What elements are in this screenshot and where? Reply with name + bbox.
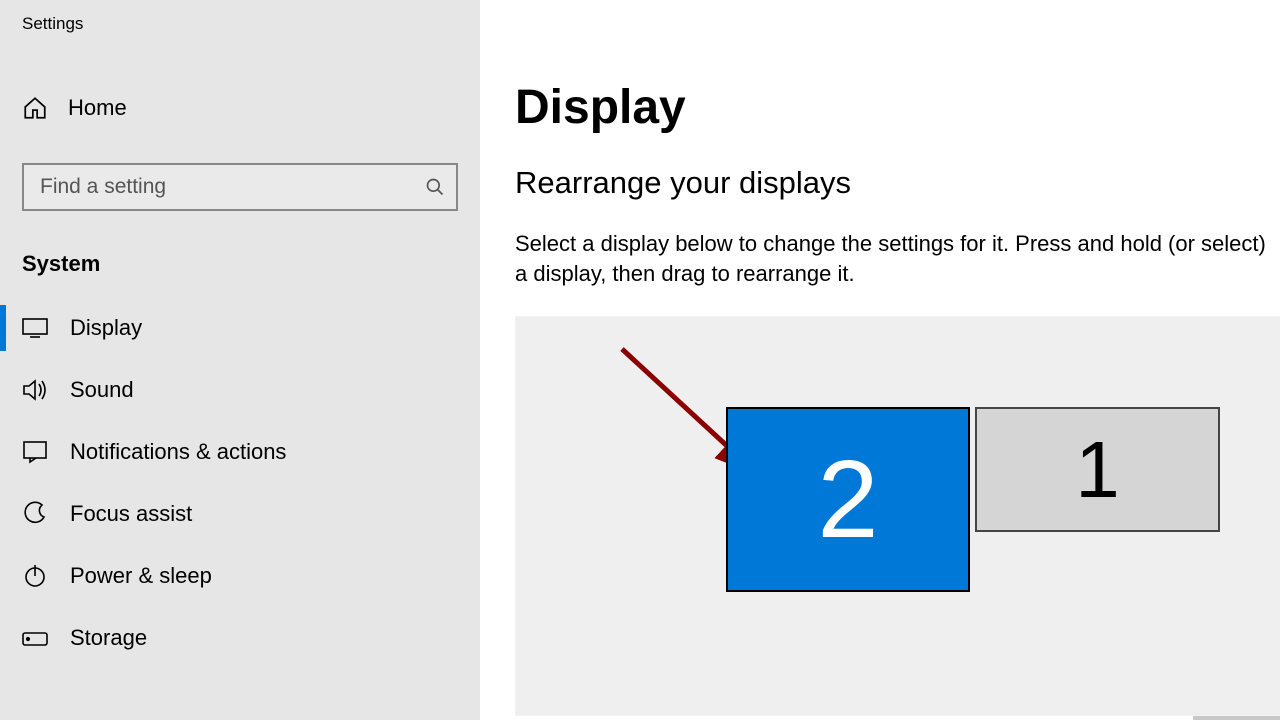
home-icon (22, 95, 48, 121)
sidebar-item-storage[interactable]: Storage (0, 607, 480, 669)
identify-button[interactable]: Identify (1193, 716, 1280, 720)
sidebar-item-sound[interactable]: Sound (0, 359, 480, 421)
sidebar-item-home[interactable]: Home (0, 77, 480, 139)
notifications-icon (22, 439, 48, 465)
display-arrangement-area[interactable]: 2 1 Identify (515, 316, 1280, 716)
focus-assist-icon (22, 501, 48, 527)
sidebar-item-label: Notifications & actions (70, 439, 286, 465)
sidebar-item-label: Power & sleep (70, 563, 212, 589)
power-icon (22, 563, 48, 589)
search-icon (422, 174, 448, 200)
sound-icon (22, 377, 48, 403)
sidebar-item-label: Storage (70, 625, 147, 651)
sidebar-item-label: Sound (70, 377, 134, 403)
page-description: Select a display below to change the set… (515, 229, 1280, 288)
page-subheading: Rearrange your displays (515, 165, 1280, 201)
monitor-tile-1[interactable]: 1 (975, 407, 1220, 532)
sidebar-section-title: System (0, 231, 480, 297)
sidebar-item-notifications[interactable]: Notifications & actions (0, 421, 480, 483)
sidebar-item-display[interactable]: Display (0, 297, 480, 359)
search-container (22, 163, 458, 211)
monitor-number: 2 (817, 436, 878, 563)
monitor-number: 1 (1075, 424, 1120, 516)
home-label: Home (68, 95, 127, 121)
display-icon (22, 315, 48, 341)
main-content: Display Rearrange your displays Select a… (480, 0, 1280, 720)
sidebar-item-power-sleep[interactable]: Power & sleep (0, 545, 480, 607)
page-title: Display (515, 80, 1280, 135)
monitor-tile-2[interactable]: 2 (726, 407, 970, 592)
settings-sidebar: Settings Home System (0, 0, 480, 720)
storage-icon (22, 625, 48, 651)
window-title: Settings (0, 0, 480, 42)
sidebar-item-label: Focus assist (70, 501, 192, 527)
search-input[interactable] (22, 163, 458, 211)
sidebar-item-focus-assist[interactable]: Focus assist (0, 483, 480, 545)
sidebar-item-label: Display (70, 315, 142, 341)
